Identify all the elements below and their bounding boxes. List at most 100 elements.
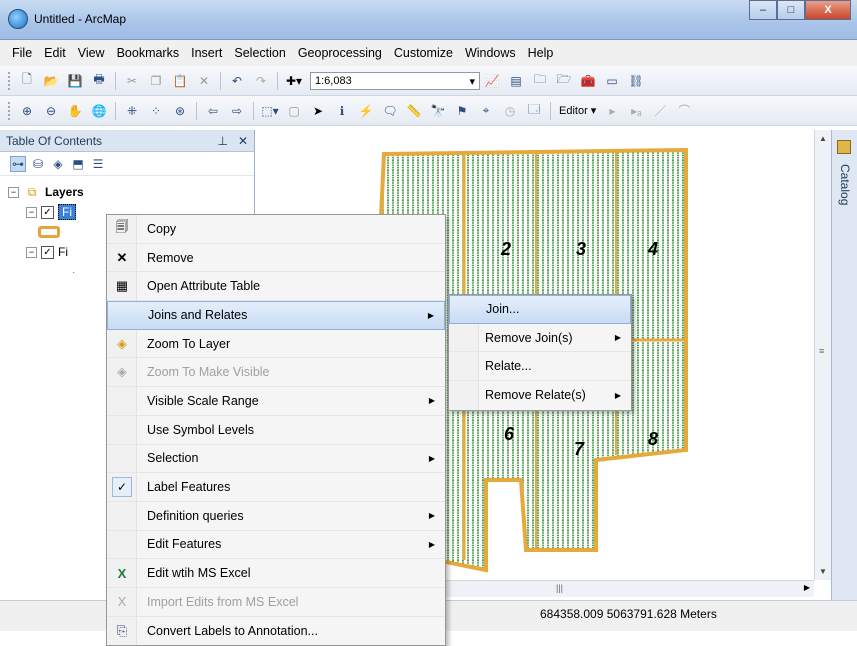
save-icon[interactable]: 💾	[66, 72, 84, 90]
cut-icon[interactable]: ✂	[123, 72, 141, 90]
toolbar-grip[interactable]	[8, 71, 11, 90]
html-popup-icon[interactable]: 🗨	[381, 102, 399, 120]
list-by-visibility-icon[interactable]: ◈	[50, 156, 66, 172]
arctoolbox-icon[interactable]: 🧰	[579, 72, 597, 90]
point-symbol-icon[interactable]: ·	[72, 267, 75, 278]
menu-item-remove[interactable]: ✕ Remove	[107, 244, 445, 273]
list-by-drawing-order-icon[interactable]: ⊶	[10, 155, 26, 172]
redo-icon[interactable]: ↷	[252, 72, 270, 90]
catalog-side-tab[interactable]: Catalog	[831, 130, 857, 600]
menu-item-selection[interactable]: Selection ▶	[107, 445, 445, 474]
map-scale-dropdown[interactable]: 1:6,083 ▾	[310, 71, 480, 90]
forward-arrow-icon[interactable]: ⇨	[228, 102, 246, 120]
zoom-to-selected-icon[interactable]: ⊛	[171, 102, 189, 120]
add-data-icon[interactable]: ✚▾	[285, 72, 303, 90]
edit-tool-icon[interactable]: ▸	[603, 102, 621, 120]
submenu-item-relate[interactable]: Relate...	[449, 352, 631, 382]
trace-icon[interactable]: ⌒	[675, 102, 693, 120]
scroll-right-icon[interactable]: ▶	[804, 583, 810, 592]
menu-item-joins-and-relates[interactable]: Joins and Relates ▶	[107, 301, 445, 330]
menu-item-edit-with-excel[interactable]: X Edit wtih MS Excel	[107, 559, 445, 588]
list-by-source-icon[interactable]: ⛁	[30, 156, 46, 172]
full-extent-icon[interactable]: 🌐	[90, 102, 108, 120]
menu-item-label-features[interactable]: ✓ Label Features	[107, 473, 445, 502]
find-icon[interactable]: 🔭	[429, 102, 447, 120]
delete-icon[interactable]: ✕	[195, 72, 213, 90]
layer-visibility-checkbox[interactable]: ✓	[41, 205, 54, 219]
menu-bookmarks[interactable]: Bookmarks	[111, 46, 186, 60]
polygon-symbol-swatch[interactable]	[38, 226, 60, 238]
menu-item-use-symbol-levels[interactable]: Use Symbol Levels	[107, 416, 445, 445]
zoom-in-icon[interactable]: ⊕	[18, 102, 36, 120]
fixed-zoom-out-icon[interactable]: ⁘	[147, 102, 165, 120]
menu-customize[interactable]: Customize	[388, 46, 459, 60]
editor-toolbar-icon[interactable]: 📈	[483, 72, 501, 90]
python-window-icon[interactable]: ▭	[603, 72, 621, 90]
scroll-up-icon[interactable]: ▲	[815, 130, 831, 147]
layer-name-label[interactable]: Fi	[58, 204, 76, 220]
hyperlink-icon[interactable]: ⚡	[357, 102, 375, 120]
toolbar-grip[interactable]	[8, 101, 11, 120]
edit-annotation-icon[interactable]: ▸ₐ	[627, 102, 645, 120]
map-vertical-scrollbar[interactable]: ▲ ≡ ▼	[814, 130, 831, 580]
menu-item-edit-features[interactable]: Edit Features ▶	[107, 531, 445, 560]
menu-item-zoom-to-make-visible[interactable]: ◈ Zoom To Make Visible	[107, 358, 445, 388]
menu-item-copy[interactable]: 🗐 Copy	[107, 215, 445, 244]
submenu-item-remove-joins[interactable]: Remove Join(s) ▶	[449, 324, 631, 353]
scroll-down-icon[interactable]: ▼	[815, 563, 831, 580]
options-icon[interactable]: ☰	[90, 156, 106, 172]
time-slider-icon[interactable]: ◷	[501, 102, 519, 120]
print-icon[interactable]: 🖶	[90, 72, 108, 90]
straight-segment-icon[interactable]: ／	[651, 102, 669, 120]
close-button[interactable]: X	[805, 0, 851, 20]
measure-icon[interactable]: 📏	[405, 102, 423, 120]
menu-item-import-edits-excel[interactable]: X Import Edits from MS Excel	[107, 588, 445, 617]
menu-edit[interactable]: Edit	[38, 46, 72, 60]
zoom-out-icon[interactable]: ⊖	[42, 102, 60, 120]
layers-root-row[interactable]: − ⧉ Layers	[8, 182, 254, 202]
submenu-item-remove-relates[interactable]: Remove Relate(s) ▶	[449, 381, 631, 410]
select-features-icon[interactable]: ⬚▾	[261, 102, 279, 120]
layer-visibility-checkbox[interactable]: ✓	[41, 245, 54, 259]
identify-icon[interactable]: ℹ	[333, 102, 351, 120]
minimize-button[interactable]: –	[749, 0, 777, 20]
menu-file[interactable]: File	[6, 46, 38, 60]
undo-icon[interactable]: ↶	[228, 72, 246, 90]
menu-help[interactable]: Help	[522, 46, 560, 60]
scroll-thumb-grip-icon[interactable]: ≡	[819, 346, 824, 356]
table-of-contents-icon[interactable]: ▤	[507, 72, 525, 90]
menu-item-visible-scale-range[interactable]: Visible Scale Range ▶	[107, 387, 445, 416]
catalog-window-icon[interactable]: 🗀	[531, 72, 549, 90]
scroll-thumb-grip-icon[interactable]: |||	[556, 583, 563, 593]
collapse-icon[interactable]: −	[8, 186, 19, 198]
collapse-icon[interactable]: −	[26, 246, 37, 258]
pan-hand-icon[interactable]: ✋	[66, 102, 84, 120]
menu-geoprocessing[interactable]: Geoprocessing	[292, 46, 388, 60]
back-arrow-icon[interactable]: ⇦	[204, 102, 222, 120]
select-elements-icon[interactable]: ➤	[309, 102, 327, 120]
menu-windows[interactable]: Windows	[459, 46, 522, 60]
list-by-selection-icon[interactable]: ⬒	[70, 156, 86, 172]
menu-item-open-attribute-table[interactable]: ▦ Open Attribute Table	[107, 272, 445, 302]
close-icon[interactable]: ✕	[238, 134, 248, 148]
clear-selection-icon[interactable]: ▢	[285, 102, 303, 120]
pin-icon[interactable]: ⊥	[217, 134, 227, 148]
open-folder-icon[interactable]: 📂	[42, 72, 60, 90]
menu-view[interactable]: View	[72, 46, 111, 60]
submenu-item-join[interactable]: Join...	[449, 295, 631, 324]
model-builder-icon[interactable]: ⛓	[627, 72, 645, 90]
collapse-icon[interactable]: −	[26, 206, 37, 218]
maximize-button[interactable]: □	[777, 0, 805, 20]
paste-icon[interactable]: 📋	[171, 72, 189, 90]
layer-name-label[interactable]: Fi	[58, 245, 68, 259]
new-document-icon[interactable]: 🗋	[18, 72, 36, 90]
fixed-zoom-in-icon[interactable]: ⁜	[123, 102, 141, 120]
find-route-icon[interactable]: ⚑	[453, 102, 471, 120]
editor-menu-button[interactable]: Editor ▾	[555, 104, 600, 117]
search-window-icon[interactable]: 🗁	[555, 72, 573, 90]
menu-item-zoom-to-layer[interactable]: ◈ Zoom To Layer	[107, 330, 445, 359]
go-to-xy-icon[interactable]: ⌖	[477, 102, 495, 120]
menu-insert[interactable]: Insert	[185, 46, 228, 60]
create-viewer-window-icon[interactable]: 🗔	[525, 102, 543, 120]
copy-icon[interactable]: ❐	[147, 72, 165, 90]
